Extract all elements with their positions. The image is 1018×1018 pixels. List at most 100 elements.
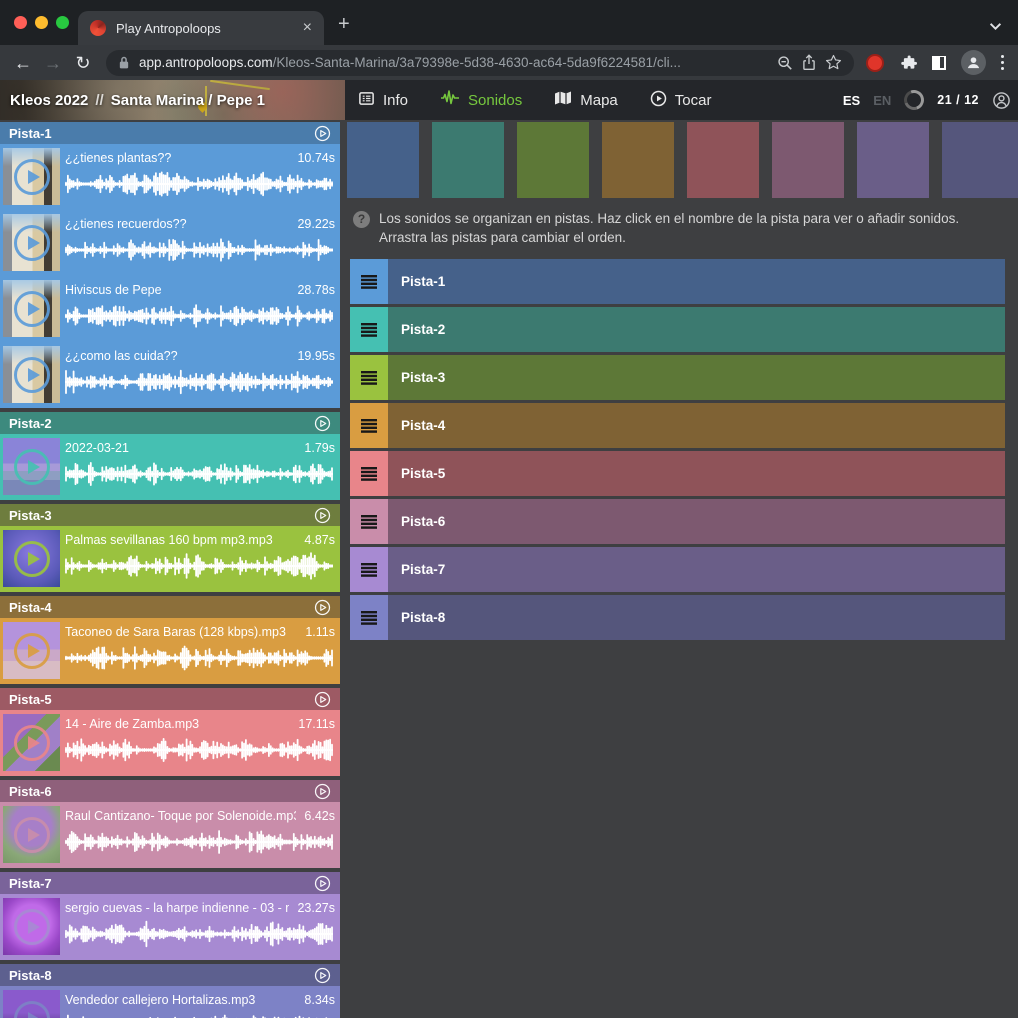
track-color-swatch-pista-5[interactable] bbox=[687, 122, 759, 198]
clip-waveform[interactable] bbox=[65, 168, 335, 200]
track-row-bar[interactable]: Pista-5 bbox=[388, 451, 1005, 496]
new-tab-button[interactable]: + bbox=[338, 14, 350, 34]
track-play-icon[interactable] bbox=[314, 125, 331, 142]
clip-thumbnail[interactable] bbox=[3, 438, 60, 495]
clip-play-icon[interactable] bbox=[3, 438, 60, 495]
audio-clip[interactable]: sergio cuevas - la harpe indienne - 03 -… bbox=[0, 894, 340, 960]
clip-waveform[interactable] bbox=[65, 642, 335, 674]
nav-tab-mapa[interactable]: Mapa bbox=[554, 90, 618, 110]
track-row-bar[interactable]: Pista-6 bbox=[388, 499, 1005, 544]
track-color-swatch-pista-7[interactable] bbox=[857, 122, 929, 198]
audio-clip[interactable]: Taconeo de Sara Baras (128 kbps).mp3 1.1… bbox=[0, 618, 340, 684]
drag-handle-icon[interactable] bbox=[350, 547, 388, 592]
track-play-icon[interactable] bbox=[314, 415, 331, 432]
drag-handle-icon[interactable] bbox=[350, 451, 388, 496]
track-row-bar[interactable]: Pista-3 bbox=[388, 355, 1005, 400]
clip-waveform[interactable] bbox=[65, 458, 335, 490]
audio-clip[interactable]: Vendedor callejero Hortalizas.mp3 8.34s bbox=[0, 986, 340, 1018]
track-header[interactable]: Pista-1 bbox=[0, 122, 340, 144]
track-header[interactable]: Pista-5 bbox=[0, 688, 340, 710]
close-window-button[interactable] bbox=[14, 16, 27, 29]
clip-thumbnail[interactable] bbox=[3, 214, 60, 271]
clip-play-icon[interactable] bbox=[3, 530, 60, 587]
browser-profile-avatar[interactable] bbox=[961, 50, 986, 75]
track-row-pista-8[interactable]: Pista-8 bbox=[350, 595, 1005, 640]
clip-thumbnail[interactable] bbox=[3, 806, 60, 863]
nav-tab-tocar[interactable]: Tocar bbox=[650, 90, 712, 111]
track-header[interactable]: Pista-7 bbox=[0, 872, 340, 894]
drag-handle-icon[interactable] bbox=[350, 499, 388, 544]
zoom-level-icon[interactable] bbox=[777, 55, 793, 71]
browser-menu-icon[interactable] bbox=[1001, 55, 1004, 70]
breadcrumb[interactable]: Kleos 2022 // Santa Marina / Pepe 1 bbox=[0, 80, 345, 120]
track-row-pista-4[interactable]: Pista-4 bbox=[350, 403, 1005, 448]
address-bar[interactable]: app.antropoloops.com/Kleos-Santa-Marina/… bbox=[106, 50, 854, 76]
track-row-pista-3[interactable]: Pista-3 bbox=[350, 355, 1005, 400]
track-play-icon[interactable] bbox=[314, 967, 331, 984]
browser-tab[interactable]: Play Antropoloops × bbox=[78, 11, 324, 45]
clip-play-icon[interactable] bbox=[3, 214, 60, 271]
clip-play-icon[interactable] bbox=[3, 714, 60, 771]
tab-search-chevron-icon[interactable] bbox=[989, 18, 1002, 36]
track-play-icon[interactable] bbox=[314, 875, 331, 892]
clip-thumbnail[interactable] bbox=[3, 530, 60, 587]
clip-waveform[interactable] bbox=[65, 234, 335, 266]
track-color-swatch-pista-4[interactable] bbox=[602, 122, 674, 198]
clip-thumbnail[interactable] bbox=[3, 714, 60, 771]
track-color-swatch-pista-2[interactable] bbox=[432, 122, 504, 198]
track-row-bar[interactable]: Pista-7 bbox=[388, 547, 1005, 592]
track-header[interactable]: Pista-6 bbox=[0, 780, 340, 802]
clip-thumbnail[interactable] bbox=[3, 148, 60, 205]
clip-thumbnail[interactable] bbox=[3, 622, 60, 679]
record-extension-icon[interactable] bbox=[866, 54, 884, 72]
bookmark-star-icon[interactable] bbox=[825, 54, 842, 71]
track-header[interactable]: Pista-3 bbox=[0, 504, 340, 526]
track-row-pista-5[interactable]: Pista-5 bbox=[350, 451, 1005, 496]
track-header[interactable]: Pista-4 bbox=[0, 596, 340, 618]
clip-play-icon[interactable] bbox=[3, 346, 60, 403]
project-name[interactable]: Kleos 2022 bbox=[10, 92, 88, 109]
track-header[interactable]: Pista-8 bbox=[0, 964, 340, 986]
audio-clip[interactable]: Palmas sevillanas 160 bpm mp3.mp3 4.87s bbox=[0, 526, 340, 592]
nav-tab-sonidos[interactable]: Sonidos bbox=[440, 90, 522, 110]
audio-clip[interactable]: Raul Cantizano- Toque por Solenoide.mp3 … bbox=[0, 802, 340, 868]
clip-play-icon[interactable] bbox=[3, 280, 60, 337]
clip-play-icon[interactable] bbox=[3, 990, 60, 1018]
account-icon[interactable] bbox=[992, 91, 1011, 110]
track-header[interactable]: Pista-2 bbox=[0, 412, 340, 434]
url-text[interactable]: app.antropoloops.com/Kleos-Santa-Marina/… bbox=[139, 55, 768, 70]
track-row-bar[interactable]: Pista-8 bbox=[388, 595, 1005, 640]
track-row-pista-1[interactable]: Pista-1 bbox=[350, 259, 1005, 304]
clip-waveform[interactable] bbox=[65, 366, 335, 398]
clip-play-icon[interactable] bbox=[3, 148, 60, 205]
clip-waveform[interactable] bbox=[65, 1010, 335, 1018]
track-row-pista-7[interactable]: Pista-7 bbox=[350, 547, 1005, 592]
track-color-swatch-pista-8[interactable] bbox=[942, 122, 1018, 198]
clip-waveform[interactable] bbox=[65, 300, 335, 332]
clip-waveform[interactable] bbox=[65, 734, 335, 766]
track-row-bar[interactable]: Pista-4 bbox=[388, 403, 1005, 448]
track-row-pista-6[interactable]: Pista-6 bbox=[350, 499, 1005, 544]
audio-clip[interactable]: ¿¿como las cuida?? 19.95s bbox=[0, 342, 340, 408]
track-row-bar[interactable]: Pista-2 bbox=[388, 307, 1005, 352]
track-row-pista-2[interactable]: Pista-2 bbox=[350, 307, 1005, 352]
clip-waveform[interactable] bbox=[65, 826, 335, 858]
drag-handle-icon[interactable] bbox=[350, 595, 388, 640]
clip-play-icon[interactable] bbox=[3, 806, 60, 863]
track-play-icon[interactable] bbox=[314, 599, 331, 616]
clip-thumbnail[interactable] bbox=[3, 898, 60, 955]
side-panel-extension-icon[interactable] bbox=[932, 56, 946, 70]
clip-thumbnail[interactable] bbox=[3, 990, 60, 1018]
clip-thumbnail[interactable] bbox=[3, 280, 60, 337]
language-es-button[interactable]: ES bbox=[843, 93, 860, 108]
reload-button[interactable]: ↻ bbox=[72, 54, 94, 72]
track-play-icon[interactable] bbox=[314, 507, 331, 524]
audio-clip[interactable]: 14 - Aire de Zamba.mp3 17.11s bbox=[0, 710, 340, 776]
nav-tab-info[interactable]: Info bbox=[358, 90, 408, 111]
track-color-swatch-pista-6[interactable] bbox=[772, 122, 844, 198]
track-play-icon[interactable] bbox=[314, 691, 331, 708]
track-play-icon[interactable] bbox=[314, 783, 331, 800]
audio-clip[interactable]: ¿¿tienes recuerdos?? 29.22s bbox=[0, 210, 340, 276]
drag-handle-icon[interactable] bbox=[350, 259, 388, 304]
audio-clip[interactable]: Hiviscus de Pepe 28.78s bbox=[0, 276, 340, 342]
